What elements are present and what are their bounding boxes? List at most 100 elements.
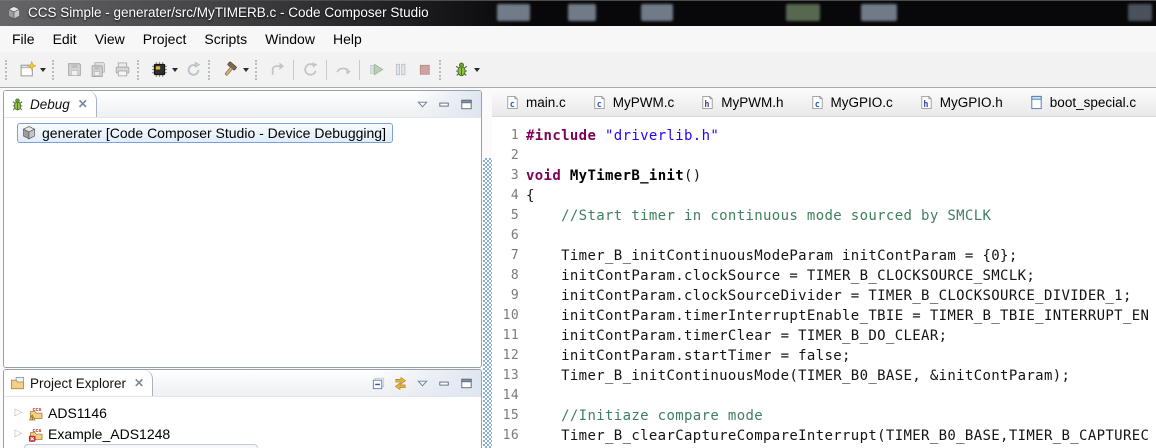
code-line: 2 (492, 146, 1156, 166)
titlebar[interactable]: CCS Simple - generater/src/MyTIMERB.c - … (0, 0, 1156, 26)
expander-icon[interactable]: ▷ (13, 428, 24, 439)
resume-icon (368, 61, 385, 78)
ccs-cube-icon (21, 125, 37, 141)
debug-launch-button[interactable] (181, 58, 205, 82)
project-explorer-tab-label: Project Explorer (30, 375, 127, 391)
dropdown-arrow-icon[interactable] (172, 67, 178, 72)
project-item-ADS1146[interactable]: ▷ ccs ADS1146 (4, 402, 481, 423)
debug-view-tab[interactable]: Debug ✕ (4, 91, 97, 117)
maximize-view-icon[interactable] (459, 97, 474, 112)
menu-item-project[interactable]: Project (134, 28, 196, 50)
toolbar-separator (326, 59, 327, 80)
code-line-text: Timer_B_initContinuousModeParam initCont… (526, 248, 1018, 264)
restart-icon (302, 61, 319, 78)
editor-tab-boot_special.c[interactable]: boot_special.c (1016, 88, 1149, 116)
menu-item-scripts[interactable]: Scripts (195, 28, 256, 50)
desktop-icon-glimpse (641, 4, 673, 21)
code-line-text: initContParam.startTimer = false; (526, 348, 851, 364)
menu-item-help[interactable]: Help (324, 28, 371, 50)
toolbar-separator (439, 59, 444, 80)
toolbar-separator (255, 59, 260, 80)
desktop-icon-glimpse (568, 4, 596, 21)
dropdown-arrow-icon[interactable] (243, 67, 249, 72)
resume-button[interactable] (364, 58, 388, 82)
code-line: 9 initContParam.clockSourceDivider = TIM… (492, 286, 1156, 306)
bug-icon (453, 61, 470, 78)
maximize-view-icon[interactable] (459, 376, 474, 391)
view-menu-icon[interactable] (415, 97, 430, 112)
svg-text:h: h (923, 99, 928, 109)
minimize-view-icon[interactable] (437, 376, 452, 391)
editor-tab-MyPWM.h[interactable]: h MyPWM.h (687, 88, 796, 116)
dropdown-arrow-icon[interactable] (474, 67, 480, 72)
debug-launch-item[interactable]: generater [Code Composer Studio - Device… (17, 123, 393, 143)
code-editor[interactable]: 1 #include "driverlib.h" 2 3 void MyTimerB_i… (492, 117, 1156, 448)
print-icon (114, 61, 131, 78)
save-all-icon (90, 61, 107, 78)
menu-item-file[interactable]: File (3, 28, 44, 50)
h-file-icon: h (919, 95, 934, 110)
editor-tab-MyGPIO.c[interactable]: c MyGPIO.c (797, 88, 906, 116)
desktop-icon-glimpse (861, 4, 897, 21)
build-button[interactable] (218, 58, 242, 82)
step-return-button[interactable] (265, 58, 289, 82)
sash-divider[interactable] (483, 158, 492, 448)
line-number: 12 (502, 348, 519, 363)
expander-icon[interactable]: ▷ (13, 407, 24, 418)
code-line-text: initContParam.clockSourceDivider = TIMER… (526, 288, 1132, 304)
toolbar-separator (52, 59, 57, 80)
collapse-all-icon[interactable] (371, 376, 386, 391)
project-explorer-tab[interactable]: Project Explorer ✕ (4, 370, 154, 396)
ccs-window: CCS Simple - generater/src/MyTIMERB.c - … (0, 0, 1156, 448)
partially-visible-selected-row[interactable] (24, 444, 258, 448)
save-button[interactable] (62, 58, 86, 82)
close-icon[interactable]: ✕ (78, 98, 88, 110)
project-item-Example_ADS1248[interactable]: ▷ ccs Example_ADS1248 (4, 423, 481, 444)
code-line: 15 //Initiaze compare mode (492, 406, 1156, 426)
close-icon[interactable]: ✕ (134, 377, 144, 389)
save-icon (66, 61, 83, 78)
flash-button[interactable] (147, 58, 171, 82)
editor-tab-label: boot_special.c (1049, 94, 1137, 110)
toolbar-separator (137, 59, 142, 80)
line-number: 1 (510, 128, 519, 143)
terminate-button[interactable] (412, 58, 436, 82)
project-explorer-view: Project Explorer ✕ ▷ ccs ADS1146 ▷ ccs Exampl… (3, 369, 482, 448)
dropdown-arrow-icon[interactable] (40, 67, 46, 72)
line-number: 16 (502, 428, 519, 443)
debug-button[interactable] (449, 58, 473, 82)
code-line-text: Timer_B_clearCaptureCompareInterrupt(TIM… (526, 428, 1150, 444)
editor-tab-label: main.c (526, 94, 566, 110)
code-line: 6 (492, 226, 1156, 246)
debug-view-tab-label: Debug (30, 96, 70, 112)
menu-item-window[interactable]: Window (256, 28, 324, 50)
step-over-button[interactable] (331, 58, 355, 82)
code-line-text: Timer_B_initContinuousMode(TIMER_B0_BASE… (526, 368, 1071, 384)
restart-button[interactable] (298, 58, 322, 82)
save-all-button[interactable] (86, 58, 110, 82)
toolbar (0, 52, 1156, 88)
menubar: File Edit View Project Scripts Window Help (0, 26, 1156, 52)
editor-tab-main.c[interactable]: c main.c (492, 88, 579, 116)
toolbar-separator (293, 59, 294, 80)
flash-icon (151, 61, 168, 78)
line-number: 7 (510, 248, 519, 263)
generic-file-icon (1029, 95, 1044, 110)
code-line: 3 void MyTimerB_init() (492, 166, 1156, 186)
code-line-text: void MyTimerB_init() (526, 168, 702, 184)
minimize-view-icon[interactable] (437, 97, 452, 112)
editor-tab-label: MyGPIO.h (939, 94, 1003, 110)
menu-item-view[interactable]: View (86, 28, 134, 50)
link-with-editor-icon[interactable] (393, 376, 408, 391)
editor-tab-MyPWM.c[interactable]: c MyPWM.c (579, 88, 688, 116)
project-item-label: ADS1146 (48, 404, 107, 421)
code-line: 12 initContParam.startTimer = false; (492, 346, 1156, 366)
step-over-icon (335, 61, 352, 78)
suspend-button[interactable] (388, 58, 412, 82)
line-number: 14 (502, 388, 519, 403)
menu-item-edit[interactable]: Edit (44, 28, 86, 50)
editor-tab-MyGPIO.h[interactable]: h MyGPIO.h (906, 88, 1016, 116)
new-button[interactable] (15, 58, 39, 82)
view-menu-icon[interactable] (415, 376, 430, 391)
print-button[interactable] (110, 58, 134, 82)
